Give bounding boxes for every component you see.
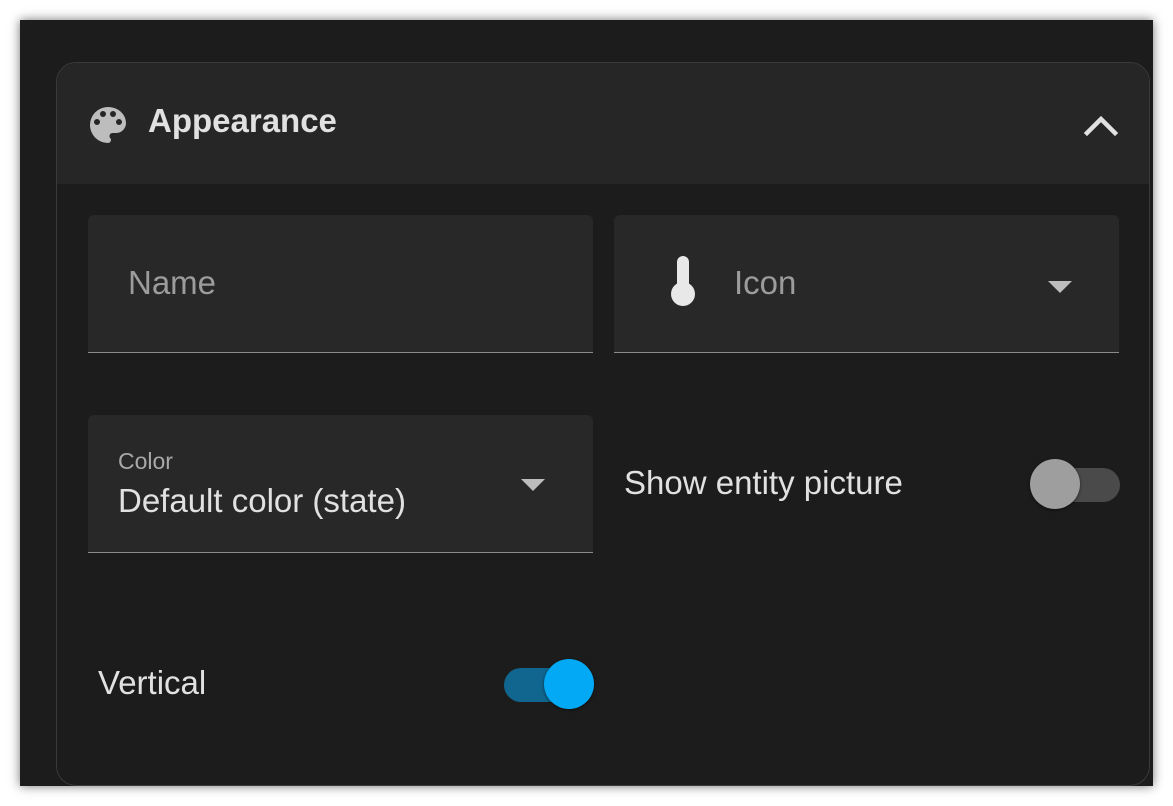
name-placeholder: Name [128, 264, 217, 301]
icon-placeholder: Icon [734, 264, 797, 301]
thermometer-icon [671, 256, 695, 306]
chevron-up-icon[interactable] [1081, 109, 1121, 139]
color-label: Color [118, 448, 173, 474]
name-field[interactable]: Name [88, 215, 593, 353]
switch-thumb[interactable] [544, 659, 594, 709]
switch-thumb[interactable] [1030, 459, 1080, 509]
palette-icon [90, 107, 126, 143]
vertical-label: Vertical [98, 664, 207, 701]
icon-picker[interactable]: Icon [614, 215, 1119, 353]
dropdown-arrow-icon[interactable] [1046, 279, 1074, 295]
panel-title: Appearance [148, 102, 337, 139]
color-value: Default color (state) [118, 482, 406, 519]
show-entity-picture-label: Show entity picture [624, 464, 903, 501]
panel-header[interactable]: Appearance [57, 63, 1149, 184]
vertical-toggle[interactable] [504, 659, 594, 711]
color-select[interactable]: Color Default color (state) [88, 415, 593, 553]
appearance-panel: Appearance Name Icon Color Default color… [56, 62, 1150, 786]
dropdown-arrow-icon[interactable] [519, 477, 547, 493]
window: Appearance Name Icon Color Default color… [20, 20, 1153, 786]
show-entity-picture-toggle[interactable] [1030, 459, 1120, 511]
